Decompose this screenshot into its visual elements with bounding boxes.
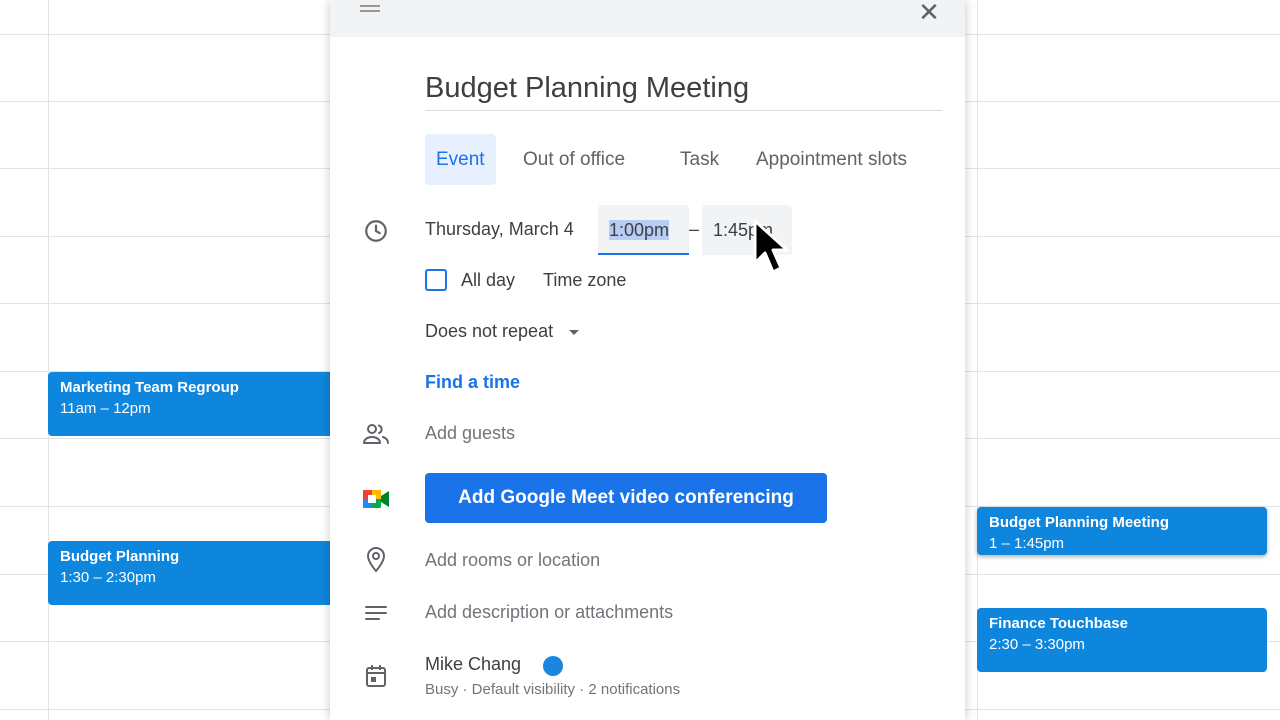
- event-title-input[interactable]: Budget Planning Meeting: [425, 66, 942, 111]
- event-time: 11am – 12pm: [60, 400, 151, 417]
- find-a-time-link[interactable]: Find a time: [425, 372, 520, 393]
- tab-appointment-slots[interactable]: Appointment slots: [756, 134, 907, 185]
- grid-line: [48, 0, 49, 720]
- add-guests-input[interactable]: Add guests: [425, 423, 515, 444]
- event-time: 1 – 1:45pm: [989, 535, 1065, 552]
- description-icon: [362, 599, 390, 627]
- mouse-cursor-icon: [752, 218, 792, 276]
- people-icon: [362, 420, 390, 448]
- repeat-value: Does not repeat: [425, 321, 554, 341]
- calendar-color-dot: [543, 656, 563, 676]
- event-editor-dialog: ✕ Budget Planning Meeting Event Out of o…: [330, 0, 965, 720]
- google-meet-icon: [362, 485, 390, 513]
- calendar-owner-name[interactable]: Mike Chang: [425, 654, 521, 675]
- event-title: Budget Planning: [60, 548, 180, 565]
- start-time-input[interactable]: 1:00pm: [598, 205, 689, 255]
- start-time-value: 1:00pm: [609, 220, 670, 240]
- event-title: Budget Planning Meeting: [989, 514, 1169, 531]
- tab-event[interactable]: Event: [425, 134, 496, 185]
- add-location-input[interactable]: Add rooms or location: [425, 550, 600, 571]
- calendar-event-budget-planning[interactable]: Budget Planning 1:30 – 2:30pm: [48, 541, 333, 605]
- event-time: 1:30 – 2:30pm: [60, 569, 156, 586]
- location-pin-icon: [362, 546, 390, 574]
- time-separator: –: [689, 219, 700, 239]
- add-google-meet-button[interactable]: Add Google Meet video conferencing: [425, 473, 827, 523]
- tab-out-of-office[interactable]: Out of office: [523, 134, 625, 185]
- calendar-event-marketing-team-regroup[interactable]: Marketing Team Regroup 11am – 12pm: [48, 372, 333, 436]
- all-day-label: All day: [461, 270, 516, 290]
- all-day-checkbox[interactable]: [425, 269, 447, 291]
- event-title: Marketing Team Regroup: [60, 379, 239, 396]
- calendar-event-budget-planning-meeting[interactable]: Budget Planning Meeting 1 – 1:45pm: [977, 507, 1267, 555]
- repeat-dropdown[interactable]: Does not repeat: [425, 321, 580, 342]
- add-description-input[interactable]: Add description or attachments: [425, 602, 673, 623]
- time-zone-button[interactable]: Time zone: [543, 270, 626, 291]
- caret-down-icon: [569, 329, 580, 335]
- clock-icon: [362, 217, 390, 245]
- calendar-details: Busy · Default visibility · 2 notificati…: [425, 681, 681, 698]
- event-title: Finance Touchbase: [989, 615, 1128, 632]
- calendar-icon: [362, 662, 390, 690]
- date-selector[interactable]: Thursday, March 4: [425, 219, 574, 240]
- close-button[interactable]: ✕: [915, 0, 943, 26]
- tab-task[interactable]: Task: [680, 134, 719, 185]
- drag-handle-icon[interactable]: [360, 5, 380, 15]
- event-time: 2:30 – 3:30pm: [989, 636, 1085, 653]
- calendar-event-finance-touchbase[interactable]: Finance Touchbase 2:30 – 3:30pm: [977, 608, 1267, 672]
- dialog-header: ✕: [330, 0, 965, 37]
